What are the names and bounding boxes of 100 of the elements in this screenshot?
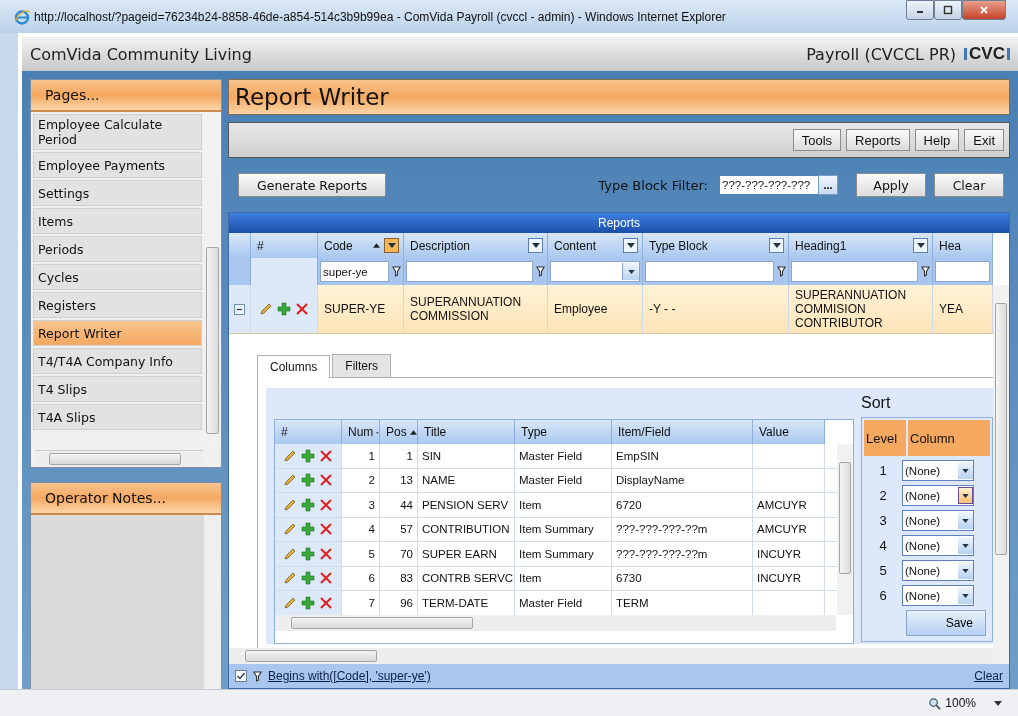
apply-button[interactable]: Apply <box>856 173 926 197</box>
tab[interactable]: Filters <box>332 354 392 377</box>
column-header[interactable]: Num <box>342 420 380 444</box>
nav-item[interactable]: Employee Payments <box>33 152 202 178</box>
edit-icon[interactable] <box>283 522 297 537</box>
dropdown-button[interactable] <box>623 238 638 253</box>
toolbar-button[interactable]: Exit <box>964 129 1004 151</box>
dropdown-icon[interactable] <box>958 537 973 554</box>
toolbar-button[interactable]: Reports <box>846 129 910 151</box>
column-header[interactable]: Code <box>318 233 404 258</box>
filter-icon[interactable] <box>392 266 401 277</box>
nav-item[interactable]: T4A Slips <box>33 404 202 430</box>
nav-item[interactable]: Settings <box>33 180 202 206</box>
save-button[interactable]: Save <box>906 610 986 636</box>
filter-icon[interactable] <box>536 266 545 277</box>
delete-icon[interactable] <box>295 302 309 316</box>
column-header[interactable]: Content <box>548 233 643 258</box>
dropdown-button[interactable] <box>769 238 784 253</box>
column-header[interactable]: # <box>275 420 342 444</box>
filter-link[interactable]: Begins with([Code], 'super-ye') <box>268 669 431 683</box>
column-header[interactable]: # <box>251 233 318 258</box>
scrollbar[interactable] <box>993 285 1009 664</box>
delete-icon[interactable] <box>319 571 333 586</box>
delete-icon[interactable] <box>319 497 333 512</box>
filter-field[interactable]: ???-???-???-??? <box>720 176 818 194</box>
toolbar-button[interactable]: Help <box>914 129 960 151</box>
edit-icon[interactable] <box>283 546 297 561</box>
scrollbar[interactable] <box>837 444 853 615</box>
nav-item[interactable]: T4 Slips <box>33 376 202 402</box>
nav-item[interactable]: Employee Calculate Period <box>33 114 202 150</box>
toolbar-button[interactable]: Tools <box>792 129 842 151</box>
scrollbar[interactable] <box>229 648 993 664</box>
add-icon[interactable] <box>301 448 315 463</box>
dropdown-icon[interactable] <box>958 487 973 504</box>
filter-input[interactable] <box>791 261 918 282</box>
nav-item[interactable]: T4/T4A Company Info <box>33 348 202 374</box>
edit-icon[interactable] <box>283 497 297 512</box>
dropdown-icon[interactable] <box>958 587 973 604</box>
column-header[interactable]: Hea <box>933 233 993 258</box>
clear-link[interactable]: Clear <box>974 669 1003 683</box>
zoom-level[interactable]: 100% <box>945 696 976 710</box>
edit-icon[interactable] <box>283 571 297 586</box>
tab[interactable]: Columns <box>257 355 331 378</box>
zoom-icon[interactable] <box>928 696 942 710</box>
edit-icon[interactable] <box>259 302 273 316</box>
filter-icon[interactable] <box>777 266 786 277</box>
nav-item[interactable]: Cycles <box>33 264 202 290</box>
sort-dropdown[interactable]: (None) <box>902 510 974 531</box>
dropdown-button[interactable] <box>384 238 399 253</box>
delete-icon[interactable] <box>319 448 333 463</box>
nav-item[interactable]: Registers <box>33 292 202 318</box>
column-header[interactable]: Value <box>753 420 825 444</box>
column-header[interactable]: Type Block <box>643 233 789 258</box>
dropdown-icon[interactable] <box>958 462 973 479</box>
edit-icon[interactable] <box>283 595 297 610</box>
add-icon[interactable] <box>277 302 291 316</box>
filter-input[interactable] <box>645 261 774 282</box>
dropdown-icon[interactable] <box>958 562 973 579</box>
delete-icon[interactable] <box>319 595 333 610</box>
generate-button[interactable]: Generate Reports <box>238 173 387 197</box>
clear-button[interactable]: Clear <box>934 173 1004 197</box>
delete-icon[interactable] <box>319 546 333 561</box>
add-icon[interactable] <box>301 546 315 561</box>
sort-dropdown[interactable]: (None) <box>902 485 974 506</box>
column-header[interactable]: Item/Field <box>612 420 753 444</box>
nav-item[interactable]: Periods <box>33 236 202 262</box>
nav-item[interactable]: Report Writer <box>33 320 202 346</box>
column-header[interactable]: Heading1 <box>789 233 933 258</box>
sort-dropdown[interactable]: (None) <box>902 535 974 556</box>
dropdown-button[interactable] <box>913 238 928 253</box>
nav-item[interactable]: Items <box>33 208 202 234</box>
add-icon[interactable] <box>301 473 315 488</box>
add-icon[interactable] <box>301 595 315 610</box>
filter-icon[interactable] <box>921 266 930 277</box>
dropdown-button[interactable] <box>528 238 543 253</box>
add-icon[interactable] <box>301 571 315 586</box>
sort-dropdown[interactable]: (None) <box>902 560 974 581</box>
add-icon[interactable] <box>301 522 315 537</box>
dropdown-icon[interactable] <box>958 512 973 529</box>
add-icon[interactable] <box>301 497 315 512</box>
sort-dropdown[interactable]: (None) <box>902 585 974 606</box>
caret-icon[interactable] <box>994 700 1002 706</box>
filter-input[interactable] <box>406 261 533 282</box>
edit-icon[interactable] <box>283 473 297 488</box>
column-header[interactable]: Description <box>404 233 548 258</box>
column-header[interactable]: Pos <box>380 420 418 444</box>
delete-icon[interactable] <box>319 522 333 537</box>
sort-dropdown[interactable]: (None) <box>902 460 974 481</box>
delete-icon[interactable] <box>319 473 333 488</box>
scrollbar[interactable] <box>275 615 836 631</box>
column-header[interactable]: Type <box>515 420 612 444</box>
edit-icon[interactable] <box>283 448 297 463</box>
column-header[interactable]: Title <box>418 420 515 444</box>
minimize-button[interactable] <box>906 0 934 20</box>
close-button[interactable] <box>962 0 1006 20</box>
filter-input[interactable]: super-ye <box>320 261 389 282</box>
checkbox[interactable] <box>235 670 247 682</box>
collapse-icon[interactable] <box>234 303 245 315</box>
picker-button[interactable]: ... <box>818 175 838 195</box>
maximize-button[interactable] <box>934 0 962 20</box>
